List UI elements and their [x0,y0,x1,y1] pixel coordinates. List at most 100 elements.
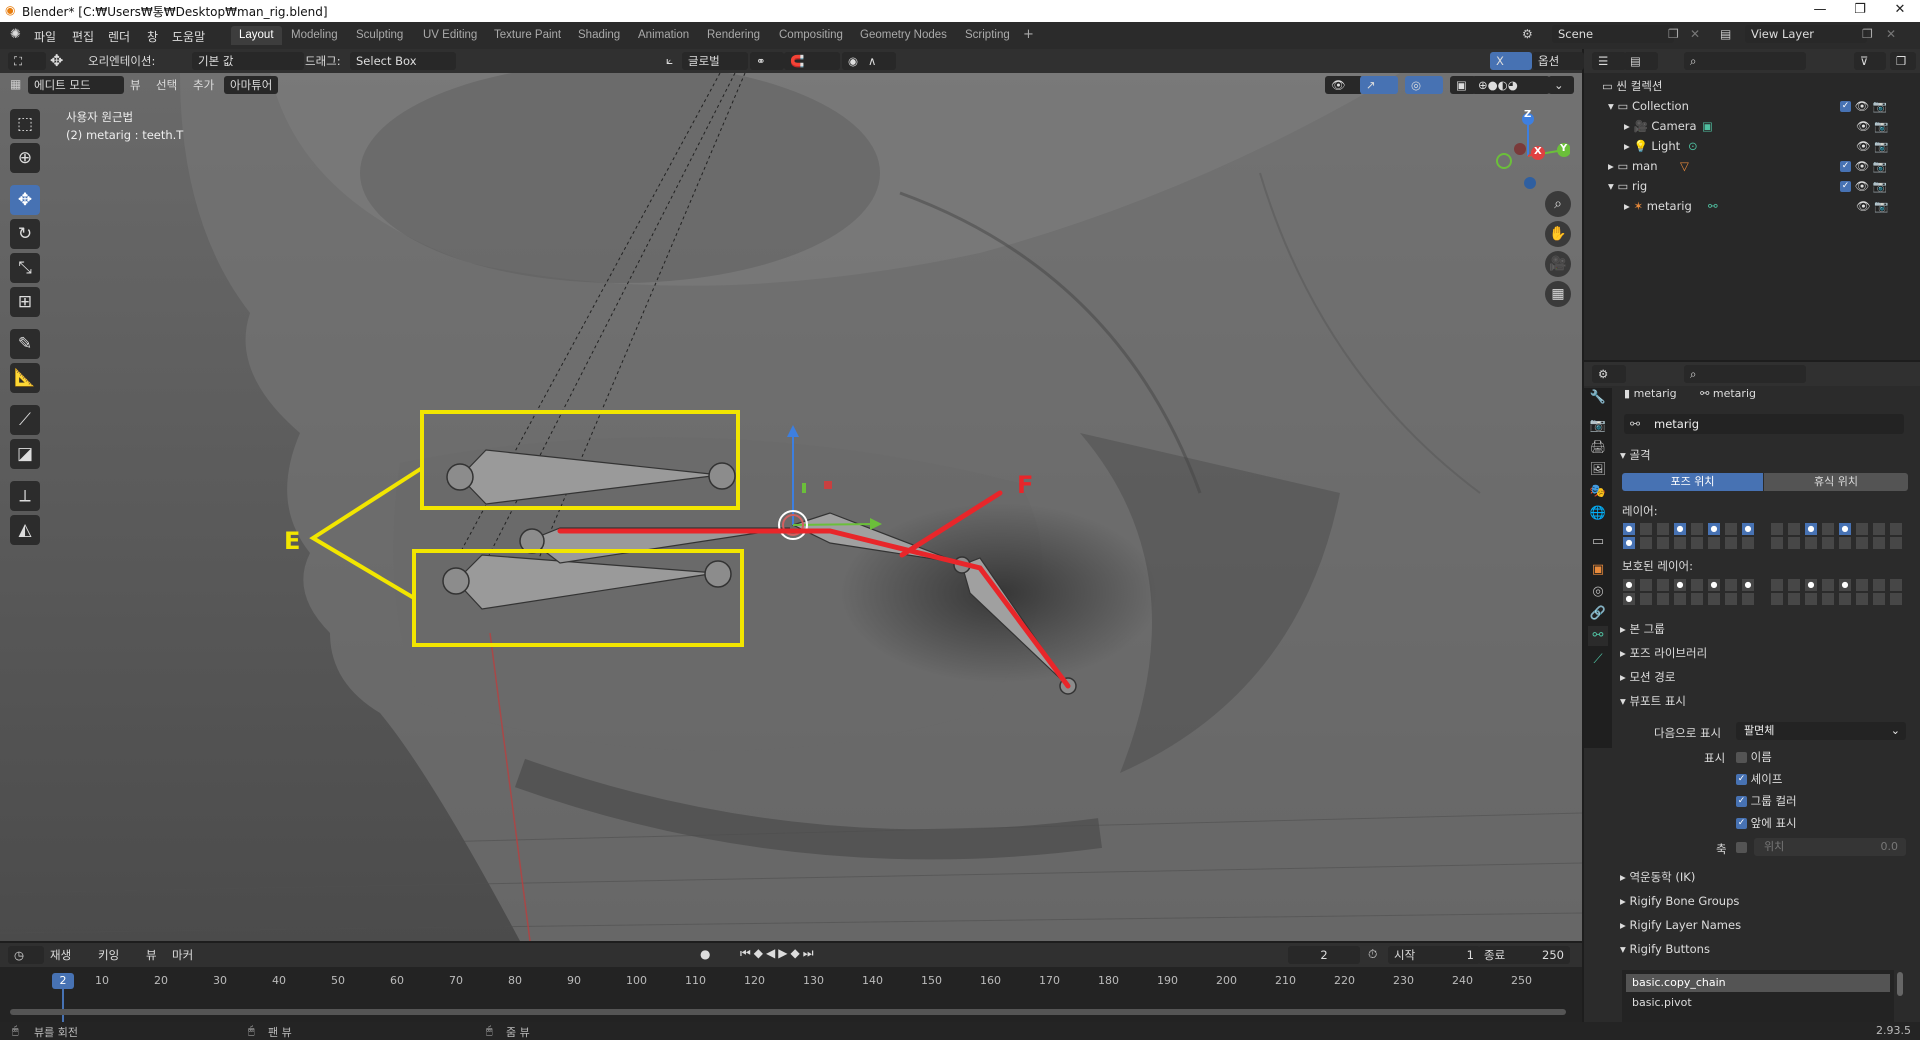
world-tab-icon[interactable]: 🌐 [1588,504,1608,524]
outliner-search-input[interactable]: ⌕ [1684,52,1806,70]
transform-orientation-dropdown[interactable]: 글로벌 [682,52,748,70]
playback-controls-icon[interactable]: ⏮◆◀▶◆⏭ [740,946,817,961]
tab-layout[interactable]: Layout [231,26,282,45]
menu-file[interactable]: 파일 [34,28,56,45]
properties-editor-type-icon[interactable]: ⚙ [1592,365,1626,383]
visibility-icon[interactable]: 👁 [1325,76,1363,94]
ortho-toggle-icon[interactable]: ▦ [1545,281,1571,307]
layer-toggle[interactable] [1838,536,1852,550]
shading-options-icon[interactable]: ⌄ [1548,76,1574,94]
outliner-filter-icon[interactable]: ⊽ [1854,52,1886,70]
layer-toggle[interactable] [1724,522,1738,536]
object-tab-icon[interactable]: ▣ [1588,560,1608,580]
3d-viewport[interactable]: E F 사용자 원근법 (2) metarig : teeth.T ⬚ ⊕ ✥ … [0,73,1582,941]
layer-toggle[interactable]: ● [1622,578,1636,592]
layer-toggle[interactable] [1855,592,1869,606]
cursor-tool-icon[interactable]: ⊕ [10,143,40,173]
playback-menu[interactable]: 재생 [50,946,71,964]
axes-position-field[interactable]: 위치 0.0 [1754,838,1906,856]
new-collection-icon[interactable]: ❐ [1890,52,1916,70]
menu-add[interactable]: 추가 [193,76,214,94]
tab-scripting[interactable]: Scripting [957,26,1018,45]
outliner-row[interactable]: ▸ 🎥 Camera ▣ 👁 📷 [1624,116,1908,136]
zoom-icon[interactable]: ⌕ [1545,191,1571,217]
layer-toggle[interactable] [1639,578,1653,592]
overlay-toggle-icon[interactable]: ◎ [1405,76,1443,94]
layer-toggle[interactable] [1821,578,1835,592]
group-colors-checkbox[interactable]: ✓ 그룹 컬러 [1736,793,1797,809]
list-item[interactable]: basic.copy_chain [1626,974,1890,992]
visibility-controls[interactable]: ✓ 👁 📷 [1840,156,1887,176]
section-ik[interactable]: ▸ 역운동학 (IK) [1620,866,1695,888]
layer-toggle[interactable] [1724,592,1738,606]
layer-toggle[interactable] [1656,536,1670,550]
layer-toggle[interactable] [1787,536,1801,550]
outliner-editor-type-icon[interactable]: ☰ [1592,52,1626,70]
rigify-type-list[interactable]: basic.copy_chain basic.pivot [1622,970,1894,1022]
marker-menu[interactable]: 마커 [172,946,193,964]
bone-size-tool-icon[interactable]: ⟋ [10,405,40,435]
layer-toggle[interactable] [1741,592,1755,606]
outliner-row[interactable]: ▸ 💡 Light ⊙ 👁 📷 [1624,136,1908,156]
navigation-gizmo[interactable]: Z Y X [1486,109,1571,193]
layer-toggle[interactable]: ● [1741,522,1755,536]
layer-toggle[interactable] [1872,522,1886,536]
layer-toggle[interactable] [1872,592,1886,606]
menu-window[interactable]: 창 [147,28,158,45]
properties-search-input[interactable]: ⌕ [1684,365,1806,383]
new-view-layer-icon[interactable]: ❐ [1862,27,1873,41]
section-skeleton[interactable]: ▾ 골격 [1620,444,1651,466]
visibility-controls[interactable]: ✓ 👁 📷 [1840,96,1887,116]
layer-toggle[interactable] [1889,522,1903,536]
layer-toggle[interactable] [1690,522,1704,536]
outliner-row[interactable]: ▾ ▭ rig ✓ 👁 📷 [1608,176,1908,196]
layer-toggle[interactable] [1787,522,1801,536]
falloff-icon[interactable]: ∧ [862,52,896,70]
x-mirror-toggle[interactable]: X [1490,52,1532,70]
pose-position-button[interactable]: 포즈 위치 [1622,473,1763,491]
maximize-button[interactable]: ❐ [1840,2,1880,17]
editor-type-icon[interactable]: ⛶ [8,52,46,70]
section-pose-library[interactable]: ▸ 포즈 라이브러리 [1620,642,1707,664]
tab-shading[interactable]: Shading [570,26,628,45]
layer-toggle[interactable] [1673,536,1687,550]
outliner-row[interactable]: ▸ ▭ man ▽ ✓ 👁 📷 [1608,156,1908,176]
timeline-scrollbar[interactable] [10,1009,1566,1015]
layer-toggle[interactable] [1690,592,1704,606]
layer-toggle[interactable] [1707,592,1721,606]
timeline-editor-type-icon[interactable]: ◷ [8,946,44,964]
tab-rendering[interactable]: Rendering [699,26,768,45]
layer-toggle[interactable] [1639,536,1653,550]
menu-render[interactable]: 렌더 [108,28,130,45]
tab-animation[interactable]: Animation [630,26,697,45]
section-rigify-layer-names[interactable]: ▸ Rigify Layer Names [1620,914,1741,936]
tab-geometry-nodes[interactable]: Geometry Nodes [852,26,955,45]
layer-toggle[interactable] [1855,578,1869,592]
layer-toggle[interactable] [1804,536,1818,550]
bone-envelope-tool-icon[interactable]: ◪ [10,439,40,469]
axes-checkbox[interactable] [1736,840,1747,854]
section-bone-groups[interactable]: ▸ 본 그룹 [1620,618,1665,640]
outliner-row[interactable]: ▸ ✶ metarig ⚯ 👁 📷 [1624,196,1908,216]
pan-hand-icon[interactable]: ✋ [1545,221,1571,247]
section-rigify-buttons[interactable]: ▾ Rigify Buttons [1620,938,1710,960]
timeline-track[interactable]: 10 20 30 40 50 60 70 80 90 100 110 120 130 140 150 160 1… [0,967,1582,1022]
layer-toggle[interactable] [1838,592,1852,606]
minimize-button[interactable]: — [1800,2,1840,17]
section-viewport-display[interactable]: ▾ 뷰포트 표시 [1620,690,1686,712]
layer-toggle[interactable]: ● [1838,578,1852,592]
scene-icon[interactable]: ⚙ [1522,27,1533,41]
menu-armature[interactable]: 아마튜어 [224,76,279,94]
camera-view-icon[interactable]: 🎥 [1545,251,1571,277]
layer-toggle[interactable] [1656,578,1670,592]
layer-toggle[interactable] [1690,536,1704,550]
physics-tab-icon[interactable]: ◎ [1588,582,1608,602]
layer-toggle[interactable]: ● [1804,522,1818,536]
timeline-view-menu[interactable]: 뷰 [146,946,157,964]
layer-toggle[interactable] [1707,536,1721,550]
current-frame-field[interactable]: 2 [1288,946,1360,964]
layer-toggle[interactable] [1889,536,1903,550]
tab-compositing[interactable]: Compositing [771,26,851,45]
layers-grid[interactable]: ● ● ● ● ● ● ● [1622,522,1908,552]
layer-toggle[interactable]: ● [1673,522,1687,536]
